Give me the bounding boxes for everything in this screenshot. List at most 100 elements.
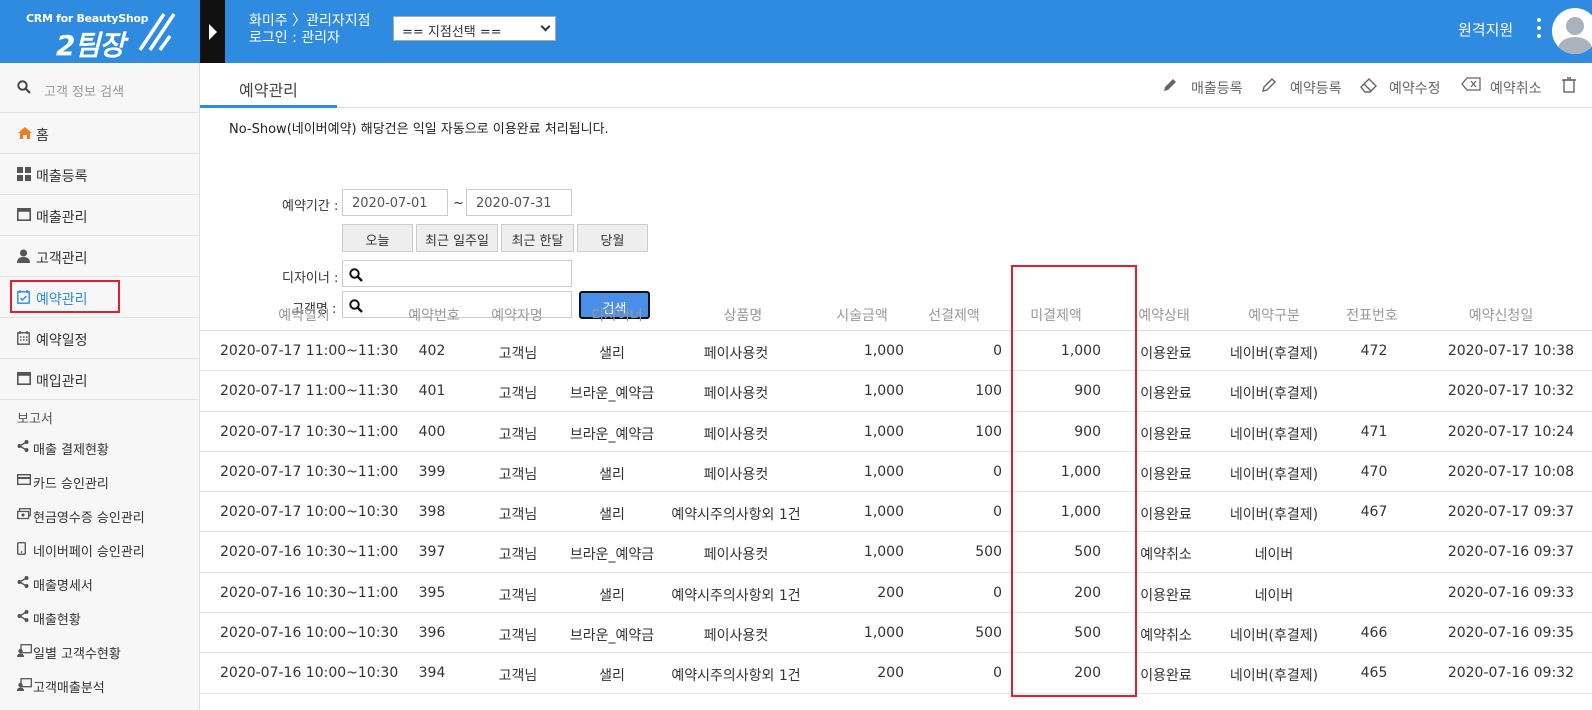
table-row[interactable]: 2020-07-16 10:30~11:00 397 고객님 브라운_예약금 페이사용컷… [200, 532, 1592, 573]
cell-service-amount: 1,000 [863, 504, 904, 521]
cell-reservation-datetime: 2020-07-16 10:30~11:00 [220, 584, 399, 601]
cell-product-name: 페이사용컷 [703, 386, 769, 403]
cell-prepaid-amount: 500 [975, 544, 1002, 561]
table-row[interactable]: 2020-07-16 10:00~10:30 394 고객님 샐리 예약시주의사항외 1… [200, 653, 1592, 694]
chevron-down-icon [540, 21, 551, 32]
quick-today-button[interactable]: 오늘 [342, 224, 413, 252]
cell-request-date: 2020-07-16 09:33 [1447, 584, 1574, 601]
share-icon [17, 440, 29, 452]
logo-slash-icon [138, 13, 176, 52]
column-header-unpaid-amount[interactable]: 미결제액 [1024, 305, 1088, 325]
cell-prepaid-amount: 100 [975, 423, 1002, 440]
table-row[interactable]: 2020-07-16 10:00~10:30 396 고객님 브라운_예약금 페이사용컷… [200, 613, 1592, 654]
column-header-reservation-datetime[interactable]: 예약일시 [240, 305, 368, 325]
cell-product-name: 예약시주의사항외 1건 [671, 668, 801, 685]
cell-reserver-name: 고객님 [498, 587, 538, 604]
sidebar-report-cash-receipt[interactable]: 현금영수증 승인관리 [0, 498, 199, 532]
column-header-slip-number[interactable]: 전표번호 [1340, 305, 1404, 325]
column-header-service-amount[interactable]: 시술금액 [830, 305, 894, 325]
sidebar-report-payment-status[interactable]: 매출 결제현황 [0, 430, 199, 464]
column-header-prepaid-amount[interactable]: 선결제액 [922, 305, 986, 325]
trash-icon[interactable] [1562, 77, 1576, 93]
sidebar-item-reservation-schedule[interactable]: 예약일정 [0, 318, 199, 359]
date-from-input[interactable]: 2020-07-01 [342, 189, 448, 216]
quick-week-button[interactable]: 최근 일주일 [416, 224, 498, 252]
sidebar-report-customer-sales-analysis[interactable]: 고객매출분석 [0, 668, 199, 702]
table-row[interactable]: 2020-07-16 10:30~11:00 395 고객님 샐리 예약시주의사항외 1… [200, 573, 1592, 614]
column-header-request-date[interactable]: 예약신청일 [1458, 305, 1544, 325]
sidebar-item-reservations[interactable]: 예약관리 [0, 277, 199, 318]
sidebar: 고객 정보 검색 홈 매출등록 매출관리 고객관리 예약관리 예약일정 매입관리… [0, 63, 200, 710]
cell-service-amount: 1,000 [863, 383, 904, 400]
sidebar-report-card-approval[interactable]: 카드 승인관리 [0, 464, 199, 498]
cell-reservation-type: 네이버 [1254, 547, 1294, 564]
more-menu-icon[interactable] [1536, 18, 1542, 42]
sidebar-item-sales-register[interactable]: 매출등록 [0, 154, 199, 195]
quick-current-month-button[interactable]: 당월 [577, 224, 648, 252]
sidebar-report-label: 현금영수증 승인관리 [33, 511, 145, 526]
cell-request-date: 2020-07-16 09:32 [1447, 665, 1574, 682]
column-header-reservation-type[interactable]: 예약구분 [1242, 305, 1306, 325]
customer-search[interactable]: 고객 정보 검색 [0, 63, 199, 113]
cell-designer: 브라운_예약금 [569, 628, 655, 645]
mobile-icon [17, 542, 26, 555]
sidebar-report-sales-statement[interactable]: 매출명세서 [0, 566, 199, 600]
sidebar-item-home[interactable]: 홈 [0, 113, 199, 154]
cell-request-date: 2020-07-17 10:24 [1447, 423, 1574, 440]
sidebar-report-sales-status[interactable]: 매출현황 [0, 600, 199, 634]
column-header-designer[interactable]: 디자이너 [574, 305, 660, 325]
table-row[interactable]: 2020-07-17 10:30~11:00 400 고객님 브라운_예약금 페이사용컷… [200, 412, 1592, 452]
table-row[interactable]: 2020-07-17 11:00~11:30 402 고객님 샐리 페이사용컷 1,000… [200, 331, 1592, 372]
column-header-reservation-status[interactable]: 예약상태 [1132, 305, 1196, 325]
date-to-input[interactable]: 2020-07-31 [466, 189, 572, 216]
cell-prepaid-amount: 500 [975, 625, 1002, 642]
avatar[interactable] [1552, 8, 1592, 54]
store-breadcrumb: 화미주 〉관리자지점 [249, 13, 371, 29]
cell-prepaid-amount: 0 [993, 504, 1002, 521]
table-row[interactable]: 2020-07-17 10:30~11:00 399 고객님 샐리 페이사용컷 1,000… [200, 452, 1592, 493]
sidebar-toggle-button[interactable] [200, 0, 225, 63]
quick-month-button[interactable]: 최근 한달 [501, 224, 574, 252]
sidebar-report-naverpay-approval[interactable]: 네이버페이 승인관리 [0, 532, 199, 566]
cell-request-date: 2020-07-16 09:37 [1447, 544, 1574, 561]
chevron-right-icon [209, 24, 217, 40]
sidebar-item-sales-management[interactable]: 매출관리 [0, 195, 199, 236]
cell-reserver-name: 고객님 [498, 426, 538, 443]
branch-select[interactable]: == 지점선택 == [393, 16, 556, 41]
sidebar-report-daily-customers[interactable]: 일별 고객수현황 [0, 634, 199, 668]
app-logo[interactable]: CRM for BeautyShop 2팀장 [0, 0, 200, 63]
cell-reservation-type: 네이버(후결제) [1229, 386, 1319, 403]
cell-reservation-number: 395 [418, 584, 446, 601]
cell-reservation-number: 394 [418, 665, 446, 682]
column-header-reservation-number[interactable]: 예약번호 [402, 305, 466, 325]
reservation-register-label: 예약등록 [1290, 81, 1342, 97]
sidebar-item-purchases[interactable]: 매입관리 [0, 359, 199, 400]
date-range-separator: ~ [453, 196, 464, 211]
sidebar-item-customers[interactable]: 고객관리 [0, 236, 199, 277]
cell-reservation-datetime: 2020-07-16 10:30~11:00 [220, 544, 399, 561]
cell-reservation-status: 예약취소 [1140, 628, 1192, 645]
cell-reservation-type: 네이버(후결제) [1229, 668, 1319, 685]
cell-product-name: 예약시주의사항외 1건 [671, 587, 801, 604]
grid-icon [17, 167, 31, 181]
cell-reservation-status: 이용완료 [1140, 668, 1192, 685]
cell-unpaid-amount: 200 [1074, 584, 1101, 601]
designer-search-input[interactable] [342, 260, 572, 287]
cell-reserver-name: 고객님 [498, 507, 538, 524]
tab-reservation-management[interactable]: 예약관리 [200, 63, 337, 108]
table-row[interactable]: 2020-07-17 10:00~10:30 398 고객님 샐리 예약시주의사항외 1… [200, 492, 1592, 533]
sidebar-report-label: 네이버페이 승인관리 [33, 545, 145, 560]
column-header-product-name[interactable]: 상품명 [678, 305, 808, 325]
cell-reservation-type: 네이버(후결제) [1229, 426, 1319, 443]
cell-designer: 샐리 [599, 507, 625, 524]
cell-reservation-status: 예약취소 [1140, 547, 1192, 564]
sidebar-item-label: 매출관리 [36, 210, 88, 226]
cell-reservation-number: 401 [418, 383, 446, 400]
report-section-label: 보고서 [17, 412, 53, 427]
remote-support-link[interactable]: 원격지원 [1458, 19, 1513, 40]
cell-service-amount: 200 [877, 665, 904, 682]
table-row[interactable]: 2020-07-17 11:00~11:30 401 고객님 브라운_예약금 페이사용컷… [200, 371, 1592, 412]
logo-title: 2팀장 [56, 29, 125, 62]
column-header-reserver-name[interactable]: 예약자명 [482, 305, 552, 325]
cell-slip-number: 465 [1360, 665, 1388, 682]
